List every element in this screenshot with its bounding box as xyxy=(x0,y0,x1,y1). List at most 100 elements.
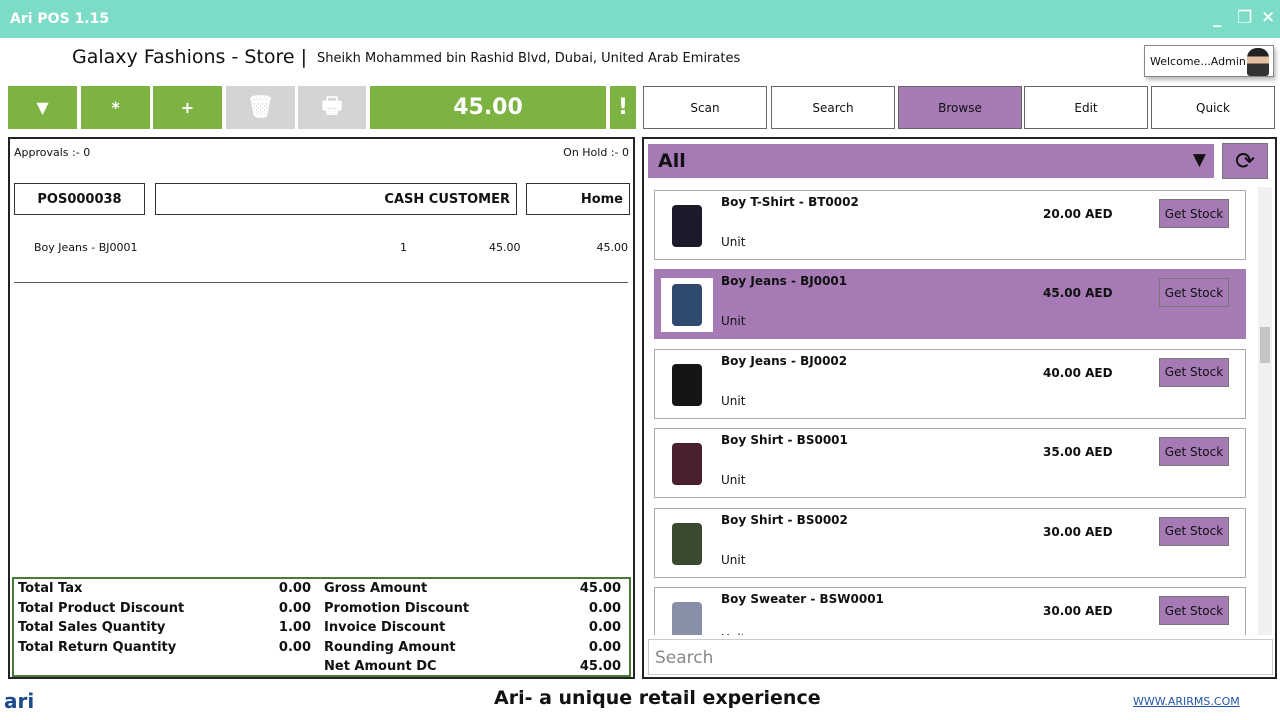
summary-label: Promotion Discount xyxy=(324,600,470,616)
product-unit: Unit xyxy=(721,393,746,408)
summary-value: 45.00 xyxy=(579,581,621,596)
store-name: Galaxy Fashions - Store | xyxy=(72,46,308,68)
get-stock-button[interactable]: Get Stock xyxy=(1159,516,1229,546)
summary-label: Invoice Discount xyxy=(324,620,446,636)
get-stock-button[interactable]: Get Stock xyxy=(1159,596,1229,625)
totals-summary: Total Tax 0.00 Gross Amount 45.00 Total P… xyxy=(12,577,631,677)
product-image xyxy=(661,596,713,635)
product-name: Boy Shirt - BS0002 xyxy=(721,512,848,527)
tagline: Ari- a unique retail experience xyxy=(494,687,821,709)
get-stock-button[interactable]: Get Stock xyxy=(1159,437,1229,467)
product-price: 35.00 AED xyxy=(1043,445,1113,460)
get-stock-button[interactable]: Get Stock xyxy=(1159,199,1229,228)
line-amount: 45.00 xyxy=(596,241,629,254)
dropdown-button[interactable]: ▼ xyxy=(8,86,77,129)
product-item[interactable]: Boy Shirt - BS0002 Unit 30.00 AED Get St… xyxy=(654,507,1246,578)
totals-row: Net Amount DC 45.00 xyxy=(18,659,621,679)
product-unit: Unit xyxy=(721,235,746,249)
summary-value: 0.00 xyxy=(588,620,621,636)
product-image xyxy=(661,199,713,253)
line-price: 45.00 xyxy=(489,241,521,254)
product-price: 40.00 AED xyxy=(1043,365,1113,380)
totals-row: Total Tax 0.00 Gross Amount 45.00 xyxy=(18,581,621,601)
product-unit: Unit xyxy=(721,473,746,488)
refresh-button[interactable]: ⟳ xyxy=(1222,143,1268,179)
store-address: Sheikh Mohammed bin Rashid Blvd, Dubai, … xyxy=(317,51,741,66)
total-value: 0.00 xyxy=(278,600,311,616)
summary-label: Net Amount DC xyxy=(324,659,437,675)
totals-row: Total Product Discount 0.00 Promotion Di… xyxy=(18,601,621,621)
product-item[interactable]: Boy Jeans - BJ0002 Unit 40.00 AED Get St… xyxy=(654,348,1246,419)
delete-button[interactable]: 🗑 xyxy=(226,86,295,129)
product-price: 20.00 AED xyxy=(1043,207,1113,221)
tab-search[interactable]: Search xyxy=(771,86,895,129)
total-label: Total Tax xyxy=(18,581,83,596)
scrollbar[interactable] xyxy=(1258,187,1272,635)
close-icon[interactable]: ✕ xyxy=(1261,8,1275,28)
ari-logo: ari xyxy=(4,689,35,713)
trash-icon: 🗑 xyxy=(246,95,275,120)
avatar xyxy=(1247,48,1269,76)
product-price: 30.00 AED xyxy=(1043,604,1113,618)
product-image xyxy=(661,278,713,333)
product-unit: Unit xyxy=(721,552,746,567)
product-price: 30.00 AED xyxy=(1043,524,1113,539)
total-value: 0.00 xyxy=(278,639,311,655)
line-name: Boy Jeans - BJ0001 xyxy=(34,241,138,254)
product-name: Boy Shirt - BS0001 xyxy=(721,433,848,448)
category-value: All xyxy=(658,150,686,172)
order-panel: Approvals :- 0 On Hold :- 0 POS000038 CA… xyxy=(8,137,635,679)
on-hold-count[interactable]: On Hold :- 0 xyxy=(563,146,629,159)
tab-edit[interactable]: Edit xyxy=(1024,86,1148,129)
user-menu[interactable]: Welcome...Admin xyxy=(1144,45,1274,77)
product-name: Boy T-Shirt - BT0002 xyxy=(721,195,859,209)
product-item[interactable]: Boy Jeans - BJ0001 Unit 45.00 AED Get St… xyxy=(654,269,1246,340)
product-name: Boy Jeans - BJ0002 xyxy=(721,353,848,368)
minimize-icon[interactable]: _ xyxy=(1213,8,1222,28)
footer: ari Ari- a unique retail experience WWW.… xyxy=(0,682,1280,720)
alert-button[interactable]: ! xyxy=(610,86,636,129)
restore-icon[interactable]: ❐ xyxy=(1237,8,1252,28)
total-display: 45.00 xyxy=(370,86,606,129)
product-item[interactable]: Boy Sweater - BSW0001 Unit 30.00 AED Get… xyxy=(654,587,1246,635)
product-name: Boy Sweater - BSW0001 xyxy=(721,592,884,606)
tab-quick[interactable]: Quick xyxy=(1151,86,1275,129)
summary-value: 0.00 xyxy=(588,639,621,655)
product-image xyxy=(661,437,713,492)
summary-label: Gross Amount xyxy=(324,581,428,596)
approvals-count[interactable]: Approvals :- 0 xyxy=(14,146,90,159)
summary-value: 45.00 xyxy=(579,659,621,675)
order-line[interactable]: Boy Jeans - BJ0001 1 45.00 45.00 xyxy=(14,233,628,283)
product-item[interactable]: Boy Shirt - BS0001 Unit 35.00 AED Get St… xyxy=(654,428,1246,499)
product-list: Boy T-Shirt - BT0002 Unit 20.00 AED Get … xyxy=(652,187,1248,635)
customer-field[interactable]: CASH CUSTOMER xyxy=(155,183,517,215)
print-button[interactable]: 🖶 xyxy=(298,86,366,129)
product-search-input[interactable]: Search xyxy=(648,639,1273,675)
product-name: Boy Jeans - BJ0001 xyxy=(721,274,848,289)
totals-row: Total Return Quantity 0.00 Rounding Amou… xyxy=(18,640,621,660)
order-number: POS000038 xyxy=(14,183,145,215)
product-image xyxy=(661,357,713,412)
line-qty: 1 xyxy=(400,241,407,254)
tab-scan[interactable]: Scan xyxy=(643,86,767,129)
star-button[interactable]: * xyxy=(81,86,150,129)
get-stock-button[interactable]: Get Stock xyxy=(1159,357,1229,387)
location-field[interactable]: Home xyxy=(526,183,630,215)
product-price: 45.00 AED xyxy=(1043,286,1113,301)
website-link[interactable]: WWW.ARIRMS.COM xyxy=(1133,695,1240,708)
total-label: Total Product Discount xyxy=(18,600,185,616)
tab-browse[interactable]: Browse xyxy=(898,86,1022,129)
product-image xyxy=(661,516,713,571)
category-dropdown[interactable]: All ▼ xyxy=(648,144,1214,178)
printer-icon: 🖶 xyxy=(321,93,343,119)
app-title: Ari POS 1.15 xyxy=(10,11,110,27)
title-bar: Ari POS 1.15 _ ❐ ✕ xyxy=(0,0,1280,38)
get-stock-button[interactable]: Get Stock xyxy=(1159,278,1229,308)
product-unit: Unit xyxy=(721,632,745,635)
product-item[interactable]: Boy T-Shirt - BT0002 Unit 20.00 AED Get … xyxy=(654,190,1246,260)
product-unit: Unit xyxy=(721,314,746,329)
summary-label: Rounding Amount xyxy=(324,639,456,655)
plus-button[interactable]: + xyxy=(153,86,222,129)
browse-panel: All ▼ ⟳ Boy T-Shirt - BT0002 Unit 20.00 A… xyxy=(642,137,1277,679)
total-label: Total Return Quantity xyxy=(18,639,177,655)
